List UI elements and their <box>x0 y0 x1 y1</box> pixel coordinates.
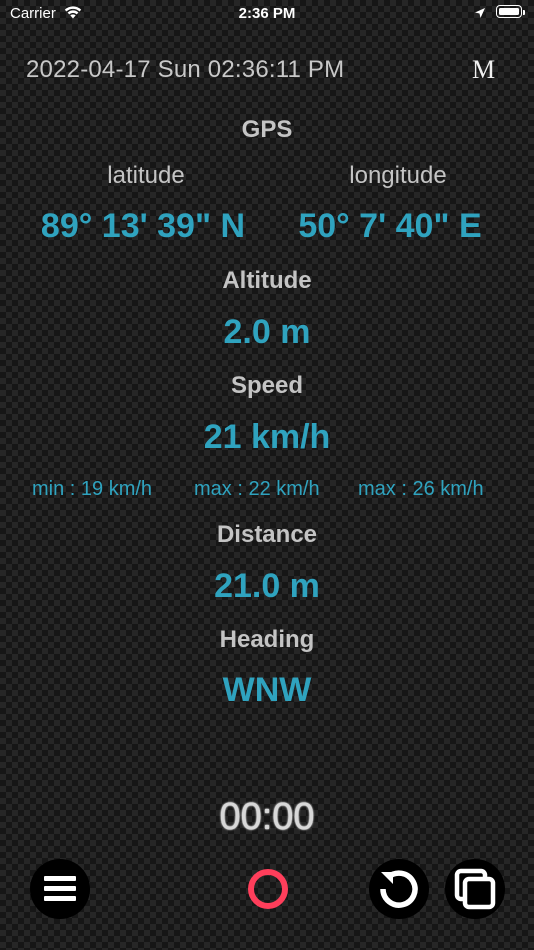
speed-value: 21 km/h <box>203 418 331 456</box>
gps-title: GPS <box>241 116 293 143</box>
battery-icon <box>496 5 522 18</box>
speed-max: max : 22 km/h <box>194 478 320 500</box>
elapsed-timer: 00:00 <box>219 796 315 838</box>
latitude-value: 89° 13' 39" N <box>40 207 246 245</box>
distance-value: 21.0 m <box>214 567 320 605</box>
reset-button[interactable] <box>369 859 429 919</box>
reset-icon <box>369 870 429 923</box>
distance-label: Distance <box>216 521 318 548</box>
record-icon <box>248 869 288 909</box>
latitude-label: latitude <box>107 162 185 189</box>
battery-tip <box>523 10 525 15</box>
heading-label: Heading <box>219 626 315 653</box>
speed-max-overall: max : 26 km/h <box>358 478 484 500</box>
record-button[interactable] <box>238 859 298 919</box>
altitude-label: Altitude <box>222 267 312 294</box>
altitude-value: 2.0 m <box>223 313 311 351</box>
longitude-value: 50° 7' 40" E <box>298 207 482 245</box>
speed-min: min : 19 km/h <box>32 478 153 500</box>
current-datetime: 2022-04-17 Sun 02:36:11 PM <box>26 56 345 83</box>
status-time: 2:36 PM <box>238 5 296 22</box>
longitude-label: longitude <box>349 162 447 189</box>
menu-button[interactable] <box>30 859 90 919</box>
speed-label: Speed <box>230 372 304 399</box>
mode-button[interactable]: M <box>472 55 495 85</box>
pages-button[interactable] <box>445 859 505 919</box>
heading-value: WNW <box>222 671 312 709</box>
pages-icon <box>445 868 505 923</box>
location-arrow-icon <box>474 6 486 23</box>
status-bar: Carrier 2:36 PM <box>0 0 534 30</box>
